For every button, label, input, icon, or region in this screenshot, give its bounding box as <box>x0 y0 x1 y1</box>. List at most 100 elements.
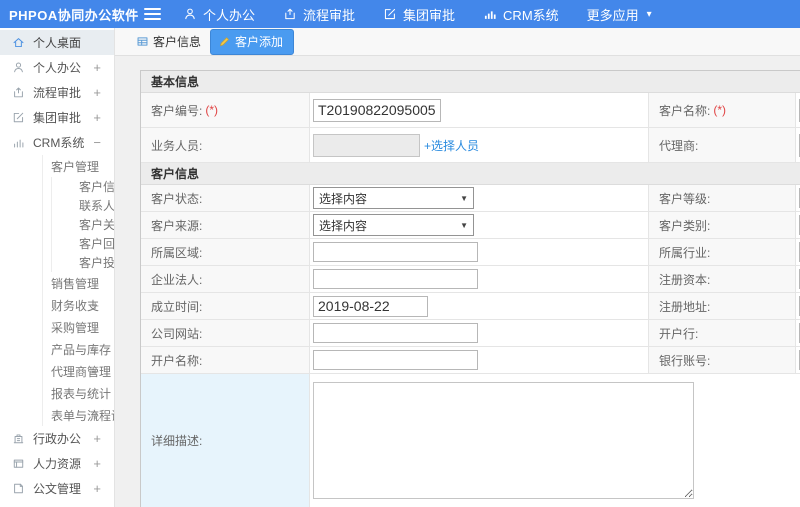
table-icon <box>136 35 149 48</box>
customer-source-select[interactable]: 选择内容 ▼ <box>313 214 474 236</box>
sidebar-item-customer-info[interactable]: 客户信息 <box>52 177 114 196</box>
founded-date-input[interactable] <box>313 295 428 317</box>
legal-person-input[interactable] <box>313 269 478 289</box>
section-header: 基本信息 <box>141 71 800 93</box>
customer-status-select[interactable]: 选择内容 ▼ <box>313 187 474 209</box>
field-label-cell: 客户等级: <box>648 185 796 211</box>
sidebar-item-crm-system[interactable]: CRM系统 − <box>0 130 114 155</box>
field-label: 企业法人: <box>151 272 203 287</box>
sales-person-input[interactable] <box>313 133 420 157</box>
sidebar-item-agent-management[interactable]: 代理商管理 + <box>43 360 114 382</box>
sidebar-item-customer-complaint[interactable]: 客户投诉 <box>52 253 114 272</box>
account-name-input[interactable] <box>313 350 478 370</box>
sidebar-item-reports-statistics[interactable]: 报表与统计 <box>43 382 114 404</box>
sidebar-item-vehicle-management[interactable]: 用车管理+ <box>0 501 114 507</box>
topbar-item-workflow-approval[interactable]: 流程审批 <box>283 5 355 24</box>
sidebar-item-customer-visit[interactable]: 客户回访 <box>52 234 114 253</box>
form-content: 基本信息客户编号:(*) 客户名称:(*) 业务人员:+选择人员代理商:客户信息客户… <box>115 56 800 507</box>
field-input-cell <box>310 374 800 507</box>
sidebar-item-admin-office[interactable]: 行政办公 + <box>0 426 114 451</box>
expand-icon[interactable]: + <box>93 457 101 470</box>
sidebar-item-label: 代理商管理 <box>51 364 112 379</box>
field-input-cell <box>796 320 800 346</box>
form-row: 开户名称: 银行账号: <box>141 347 800 374</box>
tab-label: 客户添加 <box>235 34 284 49</box>
sidebar-item-customer-care[interactable]: 客户关怀 <box>52 215 114 234</box>
field-input-cell <box>310 293 648 319</box>
hamburger-menu-icon[interactable] <box>144 8 161 20</box>
sidebar-item-document-management[interactable]: 公文管理 + <box>0 476 114 501</box>
field-label: 客户等级: <box>659 191 711 206</box>
sidebar-item-label: 客户投诉 <box>79 256 115 270</box>
expand-icon[interactable]: + <box>91 277 99 290</box>
expand-icon[interactable]: + <box>93 61 101 74</box>
field-input-cell: +选择人员 <box>310 128 648 162</box>
field-label-cell: 客户编号: (*) <box>141 93 310 127</box>
expand-icon[interactable]: + <box>93 86 101 99</box>
sidebar-item-human-resources[interactable]: 人力资源 + <box>0 451 114 476</box>
expand-icon[interactable]: + <box>91 365 99 378</box>
field-label-cell: 客户类别: <box>648 212 796 238</box>
expand-icon[interactable]: + <box>93 482 101 495</box>
sidebar-item-personal-office[interactable]: 个人办公 + <box>0 55 114 80</box>
expand-icon[interactable]: + <box>91 321 99 334</box>
sidebar-item-finance[interactable]: 财务收支 + <box>43 294 114 316</box>
topbar-item-group-approval[interactable]: 集团审批 <box>383 5 455 24</box>
topbar-item-personal-office[interactable]: 个人办公 <box>183 5 255 24</box>
field-label-cell: 注册资本: <box>648 266 796 292</box>
field-label: 开户行: <box>659 326 699 341</box>
expand-icon[interactable]: + <box>93 111 101 124</box>
sidebar-item-personal-desktop[interactable]: 个人桌面 <box>0 30 114 55</box>
sidebar-item-label: 公文管理 <box>33 482 82 496</box>
field-input-cell <box>310 93 648 127</box>
tab-bar: 客户信息 客户添加 <box>115 28 800 56</box>
tab-customer-add[interactable]: 客户添加 <box>210 28 295 55</box>
company-website-input[interactable] <box>313 323 478 343</box>
expand-icon[interactable]: + <box>91 299 99 312</box>
collapse-icon[interactable]: − <box>93 136 101 149</box>
add-customer-icon <box>218 35 231 48</box>
sidebar-item-form-workflow-settings[interactable]: 表单与流程设置+ <box>43 404 114 426</box>
topbar-item-more-apps[interactable]: 更多应用 ▾ <box>587 5 652 24</box>
section-header: 客户信息 <box>141 163 800 185</box>
field-label: 客户名称: <box>659 103 711 118</box>
sidebar-item-product-inventory[interactable]: 产品与库存 + <box>43 338 114 360</box>
sidebar-item-purchase-management[interactable]: 采购管理 + <box>43 316 114 338</box>
region-input[interactable] <box>313 242 478 262</box>
topbar-item-crm-system[interactable]: CRM系统 <box>483 5 559 24</box>
required-mark: (*) <box>713 103 727 117</box>
form-row: 业务人员: +选择人员 代理商: <box>141 128 800 163</box>
field-label-cell: 所属区域: <box>141 239 310 265</box>
collapse-icon[interactable]: − <box>91 160 99 173</box>
sidebar-item-sales-management[interactable]: 销售管理 + <box>43 272 114 294</box>
expand-icon[interactable]: + <box>91 343 99 356</box>
field-label: 客户状态: <box>151 191 203 206</box>
sidebar-item-label: 客户信息 <box>79 180 115 194</box>
field-label-cell: 注册地址: <box>648 293 796 319</box>
expand-icon[interactable]: + <box>93 432 101 445</box>
detail-description-textarea[interactable] <box>313 382 694 499</box>
tab-customer-info[interactable]: 客户信息 <box>136 33 201 50</box>
sidebar-item-contacts[interactable]: 联系人 <box>52 196 114 215</box>
sidebar-item-label: 客户关怀 <box>79 218 115 232</box>
topbar-item-label: 个人办公 <box>203 7 256 23</box>
customer-code-input[interactable] <box>313 98 441 122</box>
chart-icon <box>483 7 497 21</box>
sales-person-link[interactable]: +选择人员 <box>424 137 479 154</box>
caret-down-icon: ▾ <box>646 8 652 20</box>
customer-form: 基本信息客户编号:(*) 客户名称:(*) 业务人员:+选择人员代理商:客户信息客户… <box>140 70 800 507</box>
sidebar-item-customer-management[interactable]: 客户管理 − <box>43 155 114 177</box>
form-row: 详细描述: <box>141 374 800 507</box>
caret-down-icon: ▼ <box>460 220 468 230</box>
field-input-cell <box>310 239 648 265</box>
sidebar-item-group-approval[interactable]: 集团审批 + <box>0 105 114 130</box>
flow-icon <box>283 7 297 21</box>
expand-icon[interactable]: + <box>91 409 99 422</box>
select-value: 选择内容 <box>319 191 368 206</box>
sidebar-item-label: 流程审批 <box>33 86 82 100</box>
field-label-cell: 客户状态: <box>141 185 310 211</box>
field-label: 成立时间: <box>151 299 203 314</box>
sidebar-item-workflow-approval[interactable]: 流程审批 + <box>0 80 114 105</box>
user-icon <box>12 61 25 74</box>
sidebar-item-label: 联系人 <box>79 199 115 213</box>
